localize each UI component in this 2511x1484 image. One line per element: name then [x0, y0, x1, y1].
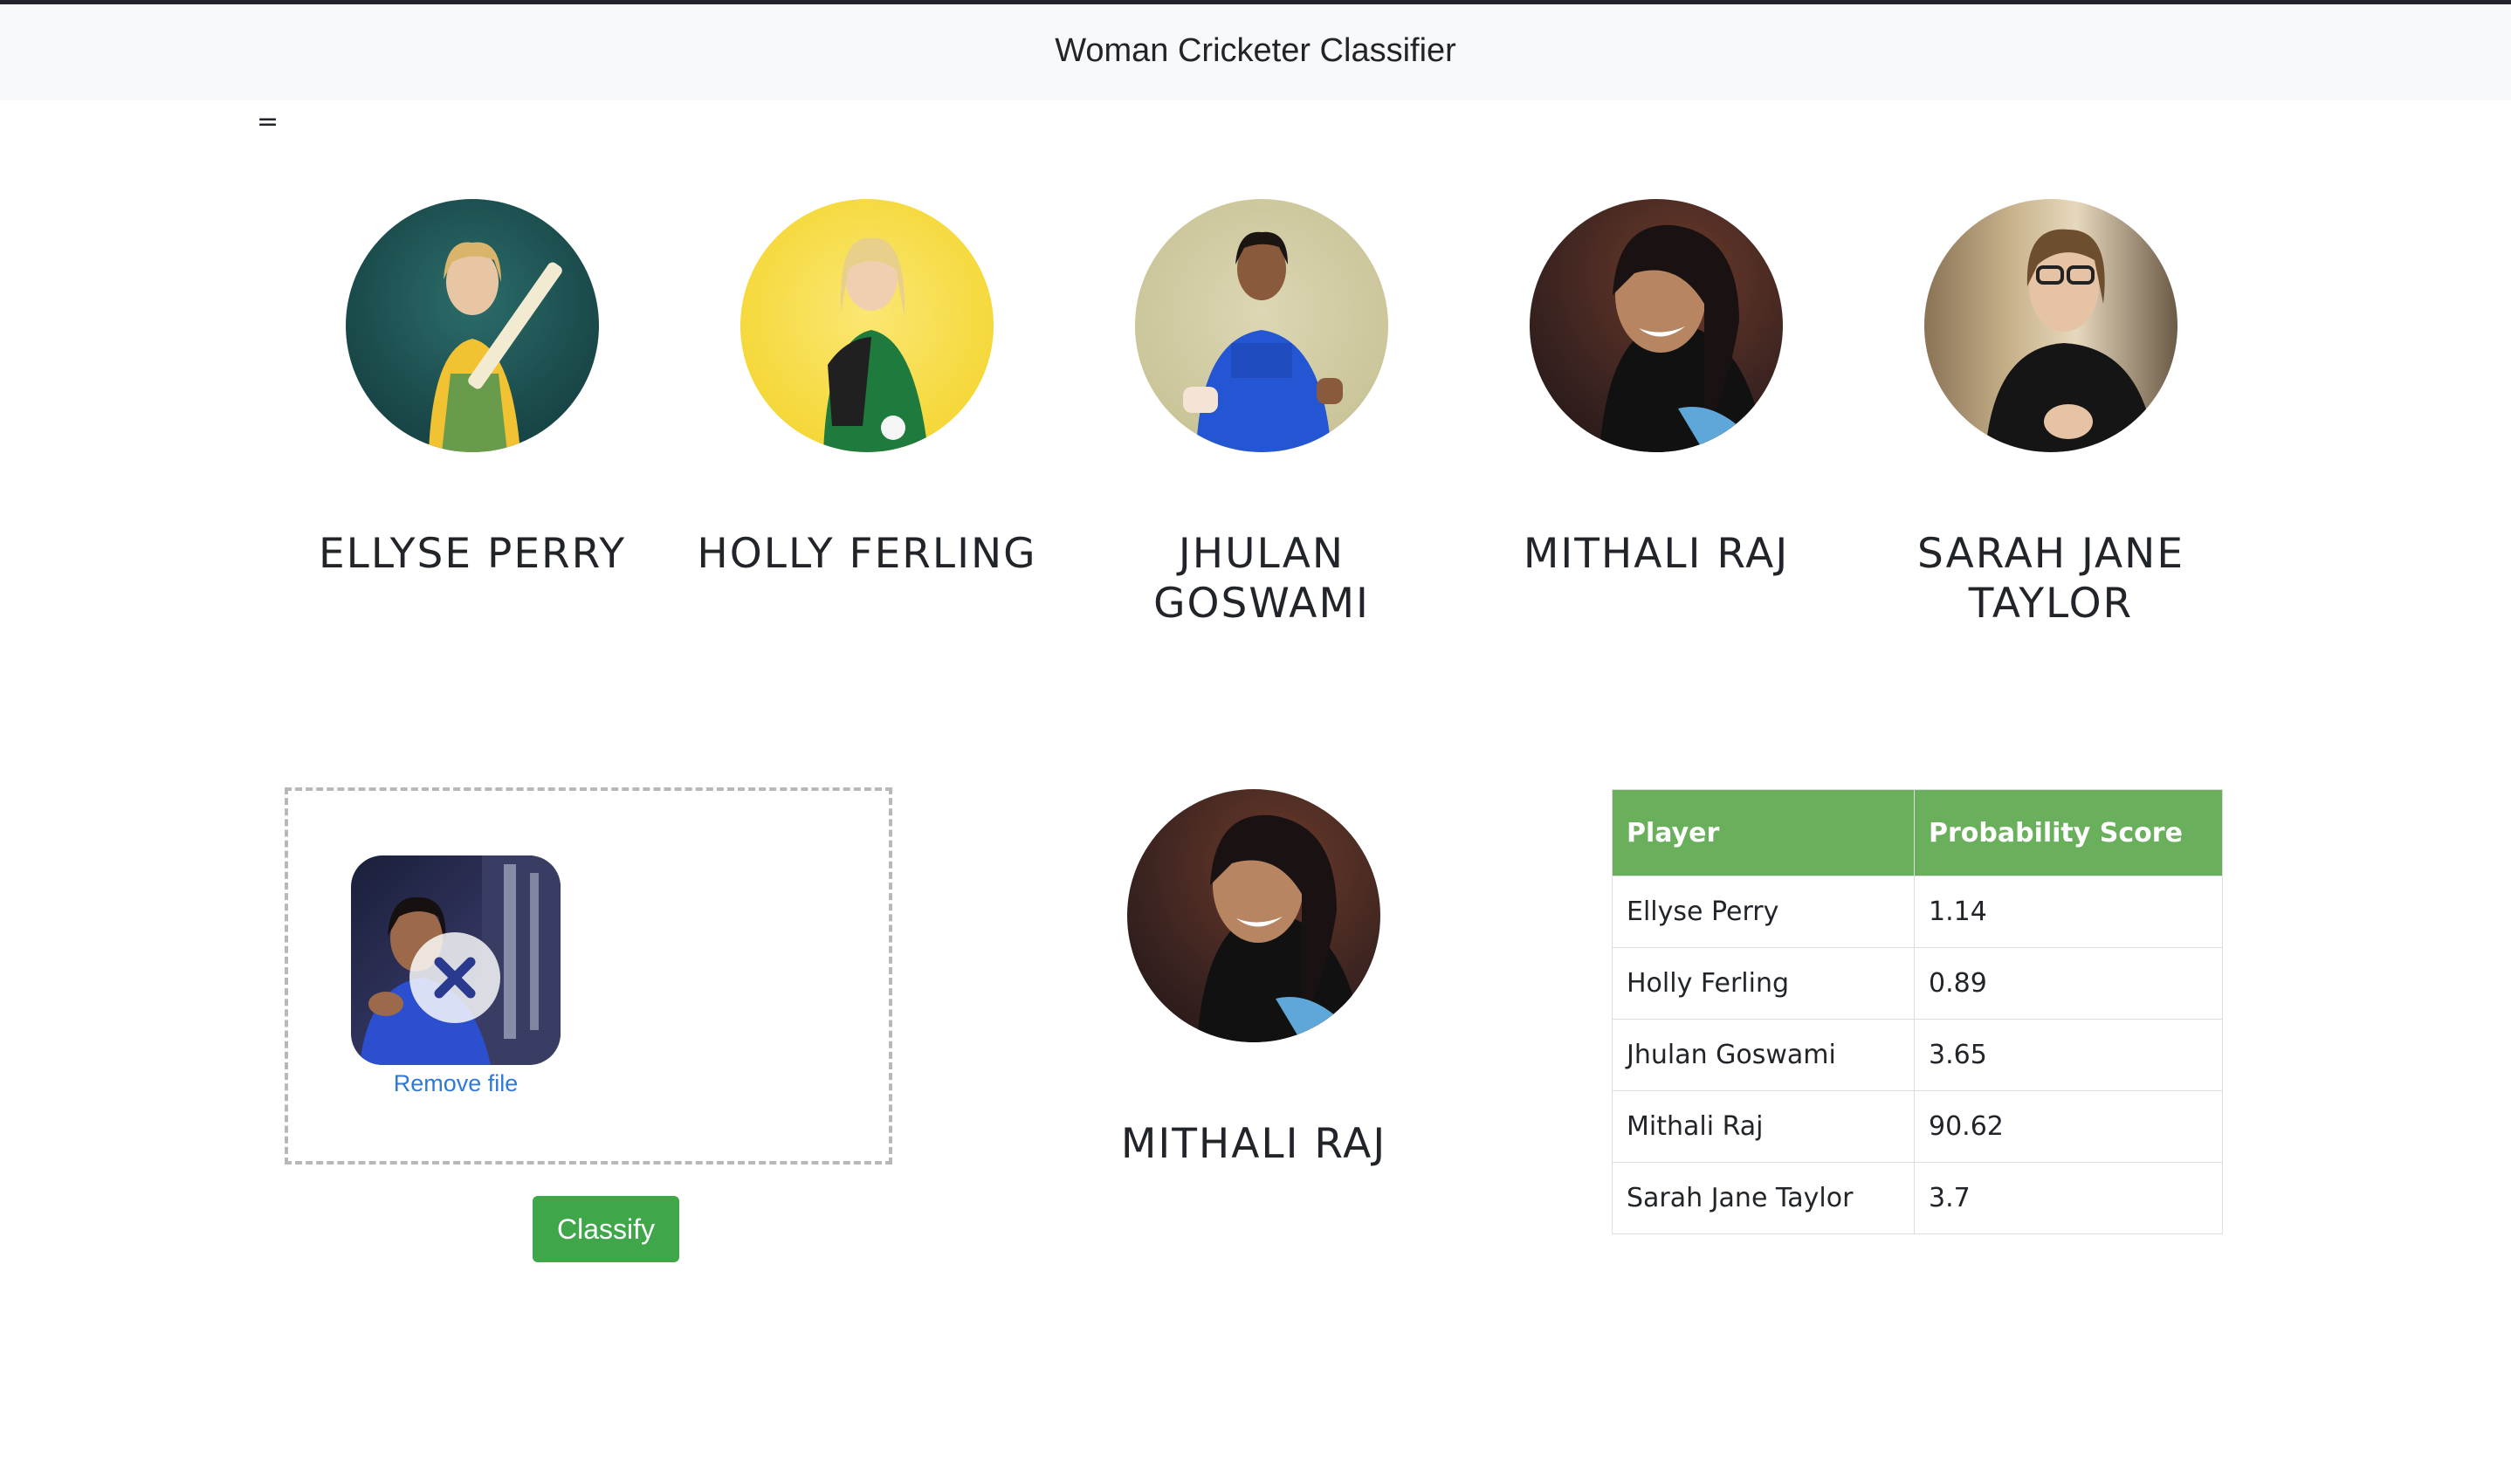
player-cell: Jhulan Goswami — [1612, 1019, 1915, 1091]
player-figure-icon — [1197, 814, 1363, 1042]
stray-equals-text: = — [257, 106, 279, 137]
classify-button[interactable]: Classify — [533, 1196, 679, 1262]
player-figure-icon — [823, 237, 928, 452]
player-cell: Holly Ferling — [1612, 947, 1915, 1020]
column-header-player: Player — [1612, 789, 1915, 876]
app-title: Woman Cricketer Classifier — [1055, 31, 1456, 69]
remove-file-link[interactable]: Remove file — [351, 1070, 561, 1097]
player-name: JHULAN GOSWAMI — [1153, 530, 1370, 628]
result-player-photo — [1127, 789, 1380, 1042]
player-card-sarah-jane-taylor: SARAH JANE TAYLOR — [1876, 199, 2226, 629]
player-card-jhulan-goswami: JHULAN GOSWAMI — [1087, 199, 1436, 629]
navbar: Woman Cricketer Classifier — [0, 4, 2511, 100]
score-cell: 0.89 — [1914, 947, 2223, 1020]
score-cell: 3.65 — [1914, 1019, 2223, 1091]
player-cell: Ellyse Perry — [1612, 876, 1915, 948]
player-card-mithali-raj: MITHALI RAJ — [1482, 199, 1831, 579]
player-name: HOLLY FERLING — [697, 530, 1037, 578]
player-name: MITHALI RAJ — [1523, 530, 1790, 578]
player-name: SARAH JANE TAYLOR — [1916, 530, 2185, 628]
player-photo — [1530, 199, 1783, 452]
page: Woman Cricketer Classifier = ELLYSE PERR… — [0, 0, 2511, 1484]
score-cell: 90.62 — [1914, 1090, 2223, 1163]
player-photo — [1924, 199, 2177, 452]
table-row: Jhulan Goswami 3.65 — [1612, 1019, 2223, 1091]
remove-file-icon[interactable] — [409, 932, 500, 1023]
player-figure-icon — [1183, 231, 1343, 452]
player-name: ELLYSE PERRY — [318, 530, 627, 578]
table-row: Sarah Jane Taylor 3.7 — [1612, 1162, 2223, 1234]
player-cell: Mithali Raj — [1612, 1090, 1915, 1163]
uploaded-image-thumbnail — [351, 855, 561, 1065]
player-figure-icon — [1599, 224, 1765, 452]
score-cell: 1.14 — [1914, 876, 2223, 948]
result-player-name: MITHALI RAJ — [1120, 1120, 1387, 1168]
player-photo — [740, 199, 994, 452]
player-cell: Sarah Jane Taylor — [1612, 1162, 1915, 1234]
table-row: Ellyse Perry 1.14 — [1612, 876, 2223, 948]
player-photo — [1135, 199, 1388, 452]
probability-table: Player Probability Score Ellyse Perry 1.… — [1612, 789, 2223, 1234]
score-cell: 3.7 — [1914, 1162, 2223, 1234]
player-card-ellyse-perry: ELLYSE PERRY — [298, 199, 647, 579]
player-photo — [346, 199, 599, 452]
file-dropzone[interactable]: Remove file — [285, 787, 892, 1165]
player-figure-icon — [1985, 229, 2156, 452]
table-header-row: Player Probability Score — [1612, 789, 2223, 876]
table-row: Mithali Raj 90.62 — [1612, 1090, 2223, 1163]
column-header-probability: Probability Score — [1914, 789, 2223, 876]
close-icon — [434, 957, 476, 999]
player-card-holly-ferling: HOLLY FERLING — [692, 199, 1042, 579]
classification-result: MITHALI RAJ — [1079, 789, 1428, 1169]
player-figure-icon — [429, 242, 562, 452]
table-row: Holly Ferling 0.89 — [1612, 947, 2223, 1020]
